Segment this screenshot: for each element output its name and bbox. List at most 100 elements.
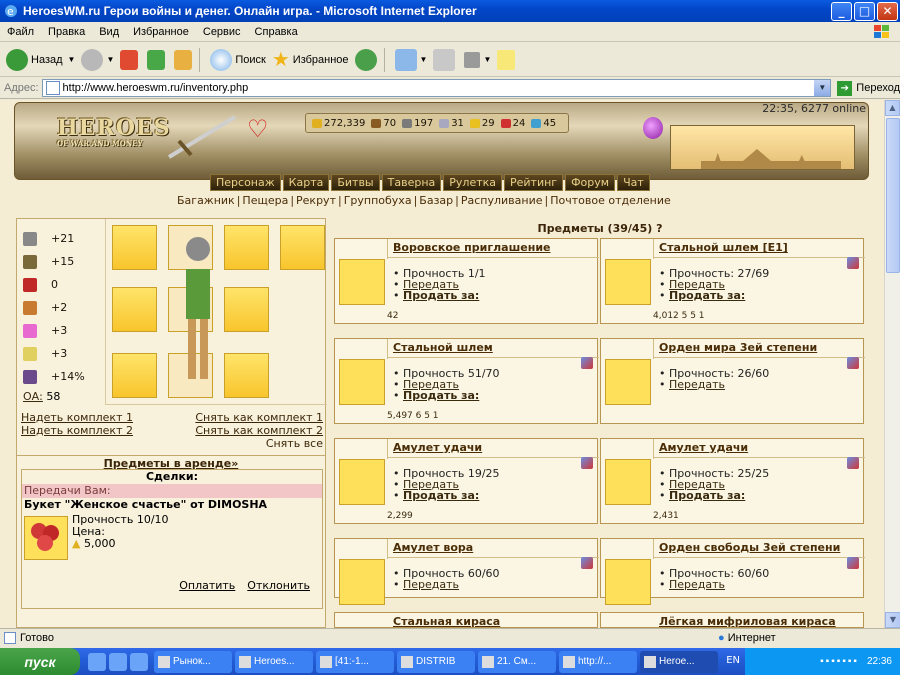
- menu-view[interactable]: Вид: [92, 26, 126, 38]
- history-button[interactable]: [354, 48, 380, 71]
- transfer-link[interactable]: • Передать: [659, 579, 769, 590]
- amulet-icon[interactable]: [339, 559, 385, 605]
- nav-rating[interactable]: Рейтинг: [504, 174, 564, 191]
- wear-kit-2-link[interactable]: Надеть комплект 2: [21, 424, 133, 437]
- slot-dagger[interactable]: [224, 353, 269, 398]
- nav-forum[interactable]: Форум: [565, 174, 616, 191]
- ie-launch-icon[interactable]: [88, 652, 106, 671]
- sublink-recruit[interactable]: Рекрут: [296, 194, 336, 207]
- slot-weapon[interactable]: [112, 353, 157, 398]
- close-button[interactable]: ✕: [877, 1, 898, 21]
- slot-amulet[interactable]: [224, 225, 269, 270]
- task-button-active[interactable]: Heroe...: [640, 650, 718, 673]
- task-button[interactable]: Heroes...: [235, 650, 313, 673]
- slot-bow[interactable]: [224, 287, 269, 332]
- menu-edit[interactable]: Правка: [41, 26, 92, 38]
- nav-roulette[interactable]: Рулетка: [443, 174, 502, 191]
- sublink-trunk[interactable]: Багажник: [177, 194, 235, 207]
- menu-tools[interactable]: Сервис: [196, 26, 248, 38]
- decline-button[interactable]: Отклонить: [247, 579, 310, 592]
- back-dropdown-icon[interactable]: ▼: [68, 55, 76, 64]
- menu-help[interactable]: Справка: [248, 26, 305, 38]
- tray-icons[interactable]: ▪▪▪▪▪▪▪: [820, 656, 859, 667]
- scroll-icon[interactable]: [339, 259, 385, 305]
- vertical-scrollbar[interactable]: ▲ ▼: [884, 100, 900, 628]
- sell-link[interactable]: • Продать за:: [393, 490, 500, 501]
- search-button[interactable]: Поиск: [210, 48, 266, 71]
- sell-link[interactable]: • Продать за:: [659, 490, 769, 501]
- slot-ring-right[interactable]: [112, 287, 157, 332]
- task-button[interactable]: http://...: [559, 650, 637, 673]
- mail-button[interactable]: ▼: [394, 48, 428, 71]
- task-button[interactable]: 21. См...: [478, 650, 556, 673]
- order-medal-icon[interactable]: [605, 559, 651, 605]
- stop-button[interactable]: [120, 49, 141, 70]
- slot-book[interactable]: [280, 225, 325, 270]
- order-medal-icon[interactable]: [605, 359, 651, 405]
- repair-icon[interactable]: [847, 357, 859, 369]
- task-button[interactable]: [41:-1...: [316, 650, 394, 673]
- slot-ring-left[interactable]: [112, 225, 157, 270]
- task-button[interactable]: Рынок...: [154, 650, 232, 673]
- wear-kit-1-link[interactable]: Надеть комплект 1: [21, 411, 133, 424]
- sell-link[interactable]: • Продать за:: [659, 290, 769, 301]
- address-dropdown-icon[interactable]: ▼: [814, 80, 831, 96]
- repair-icon[interactable]: [581, 457, 593, 469]
- pay-button[interactable]: Оплатить: [179, 579, 235, 592]
- transfer-link[interactable]: • Передать: [393, 579, 500, 590]
- sublink-market[interactable]: Базар: [419, 194, 453, 207]
- scroll-down-icon[interactable]: ▼: [885, 612, 900, 628]
- item-name[interactable]: Амулет удачи: [393, 441, 482, 454]
- item-name[interactable]: Орден свободы 3ей степени: [659, 541, 840, 554]
- language-indicator[interactable]: EN: [726, 655, 740, 666]
- repair-icon[interactable]: [581, 557, 593, 569]
- nav-chat[interactable]: Чат: [617, 174, 650, 191]
- notes-button[interactable]: [497, 49, 518, 70]
- item-name[interactable]: Воровское приглашение: [393, 241, 551, 254]
- repair-icon[interactable]: [581, 357, 593, 369]
- go-button[interactable]: ➔ Переход: [837, 80, 900, 96]
- transfer-link[interactable]: • Передать: [659, 379, 769, 390]
- item-name[interactable]: Стальной шлем [E1]: [659, 241, 788, 254]
- back-button[interactable]: Назад ▼: [6, 48, 76, 71]
- sublink-group[interactable]: Группобуха: [344, 194, 412, 207]
- item-name[interactable]: Амулет вора: [393, 541, 473, 554]
- task-button[interactable]: DISTRIB: [397, 650, 475, 673]
- mail-dropdown-icon[interactable]: ▼: [420, 55, 428, 64]
- repair-icon[interactable]: [847, 557, 859, 569]
- remove-all-link[interactable]: Снять все: [266, 437, 323, 450]
- amulet-icon[interactable]: [605, 459, 651, 505]
- repair-icon[interactable]: [847, 257, 859, 269]
- refresh-button[interactable]: [147, 49, 168, 70]
- favorites-button[interactable]: ★ Избранное: [272, 47, 349, 72]
- edit-dropdown-icon[interactable]: ▼: [483, 55, 491, 64]
- sell-link[interactable]: • Продать за:: [393, 390, 500, 401]
- forward-button[interactable]: ▼: [81, 48, 114, 71]
- more-launch-icon[interactable]: [130, 652, 148, 671]
- home-button[interactable]: [174, 49, 195, 70]
- minimize-button[interactable]: _: [831, 1, 852, 21]
- helmet-icon[interactable]: [339, 359, 385, 405]
- scroll-thumb[interactable]: [886, 118, 900, 273]
- item-name[interactable]: Стальная кираса: [393, 615, 500, 628]
- sublink-post[interactable]: Почтовое отделение: [550, 194, 671, 207]
- remove-kit-2-link[interactable]: Снять как комплект 2: [195, 424, 323, 437]
- start-button[interactable]: пуск: [0, 648, 80, 675]
- nav-tavern[interactable]: Таверна: [381, 174, 442, 191]
- nav-battles[interactable]: Битвы: [331, 174, 380, 191]
- amulet-icon[interactable]: [339, 459, 385, 505]
- menu-favorites[interactable]: Избранное: [126, 26, 196, 38]
- item-name[interactable]: Лёгкая мифриловая кираса: [659, 615, 836, 628]
- menu-file[interactable]: Файл: [0, 26, 41, 38]
- item-name[interactable]: Амулет удачи: [659, 441, 748, 454]
- nav-character[interactable]: Персонаж: [210, 174, 281, 191]
- sublink-distribute[interactable]: Распуливание: [461, 194, 543, 207]
- address-input[interactable]: http://www.heroeswm.ru/inventory.php ▼: [41, 79, 832, 97]
- rented-items-link[interactable]: Предметы в аренде»: [17, 455, 325, 470]
- item-name[interactable]: Стальной шлем: [393, 341, 493, 354]
- sublink-cave[interactable]: Пещера: [242, 194, 288, 207]
- repair-icon[interactable]: [847, 457, 859, 469]
- helmet-icon[interactable]: [605, 259, 651, 305]
- scroll-up-icon[interactable]: ▲: [885, 100, 900, 116]
- game-logo[interactable]: HEROES OF WAR AND MONEY: [57, 115, 170, 165]
